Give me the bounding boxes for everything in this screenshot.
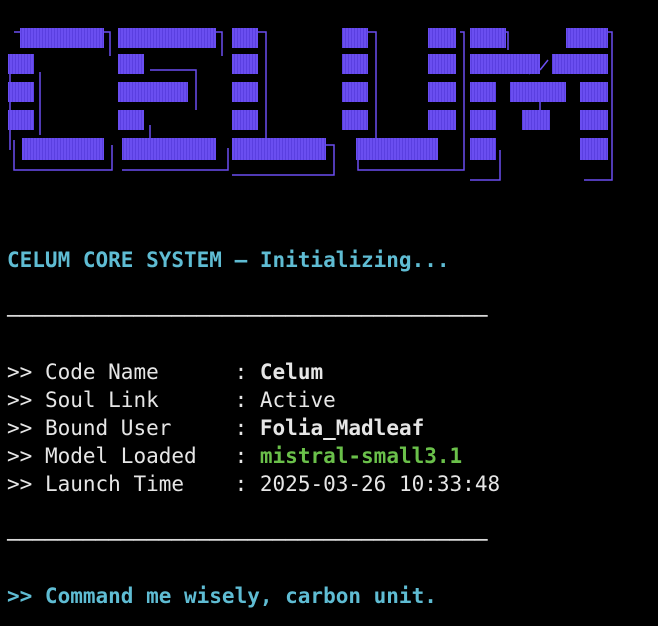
info-colon: :: [234, 388, 260, 412]
logo-blocks: [8, 28, 608, 160]
info-row: >> Model Loaded : mistral-small3.1: [7, 442, 462, 470]
info-row: >> Launch Time : 2025-03-26 10:33:48: [7, 470, 500, 498]
info-value: Celum: [259, 360, 324, 384]
info-colon: :: [234, 416, 260, 440]
info-prefix: >>: [7, 444, 45, 468]
info-prefix: >>: [7, 472, 45, 496]
info-colon: :: [234, 360, 260, 384]
info-colon: :: [234, 472, 260, 496]
celum-logo: [8, 28, 613, 181]
command-prompt: >> Command me wisely, carbon unit.: [7, 584, 437, 608]
info-value: Active: [259, 388, 336, 412]
info-label: Soul Link: [44, 388, 235, 412]
separator-bottom: ──────────────────────────────────────: [7, 528, 488, 552]
info-label: Model Loaded: [44, 444, 235, 468]
info-prefix: >>: [7, 416, 45, 440]
info-colon: :: [234, 444, 260, 468]
info-value: Folia_Madleaf: [259, 416, 425, 440]
info-prefix: >>: [7, 360, 45, 384]
info-label: Bound User: [44, 416, 235, 440]
separator-top: ──────────────────────────────────────: [7, 304, 488, 328]
info-row: >> Soul Link : Active: [7, 386, 336, 414]
info-row: >> Code Name : Celum: [7, 358, 323, 386]
info-label: Launch Time: [44, 472, 235, 496]
info-prefix: >>: [7, 388, 45, 412]
status-line: CELUM CORE SYSTEM — Initializing...: [7, 248, 450, 272]
info-row: >> Bound User : Folia_Madleaf: [7, 414, 424, 442]
info-value: 2025-03-26 10:33:48: [259, 472, 501, 496]
info-value: mistral-small3.1: [259, 444, 463, 468]
info-label: Code Name: [44, 360, 235, 384]
